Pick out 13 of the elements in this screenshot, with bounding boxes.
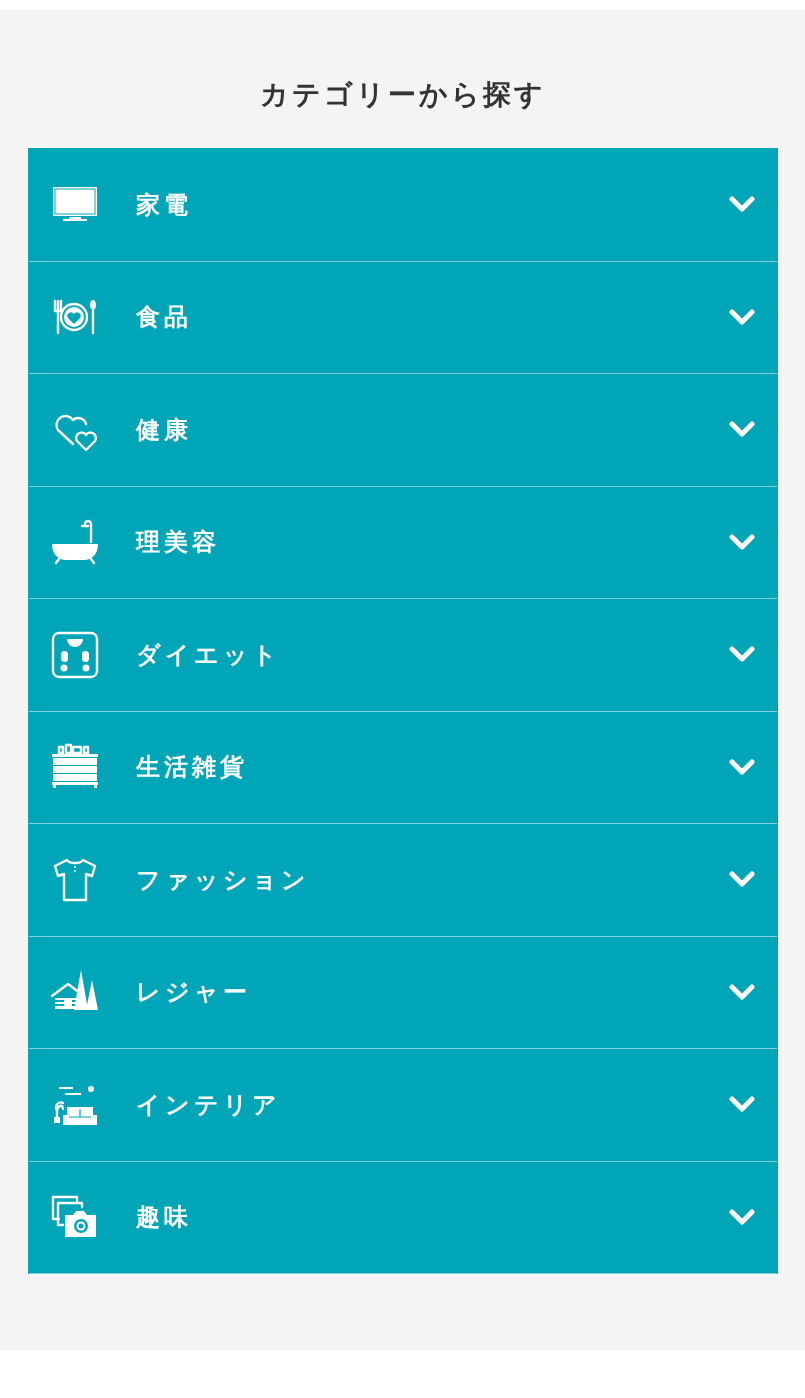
category-item[interactable]: 健康 (29, 374, 777, 486)
category-item[interactable]: レジャー (29, 936, 777, 1048)
category-item[interactable]: 理美容 (29, 486, 777, 598)
category-item[interactable]: ファッション (29, 824, 777, 936)
bathtub-icon (51, 518, 99, 567)
scale-icon (51, 630, 99, 679)
section-title: カテゴリーから探す (258, 77, 547, 113)
category-item[interactable]: 食品 (29, 261, 777, 373)
category-item[interactable]: 趣味 (29, 1161, 777, 1273)
category-item[interactable]: ダイエット (29, 599, 777, 711)
category-item[interactable]: 生活雑貨 (29, 711, 777, 823)
category-item[interactable]: インテリア (29, 1049, 777, 1161)
category-item[interactable]: 家電 (29, 149, 777, 261)
